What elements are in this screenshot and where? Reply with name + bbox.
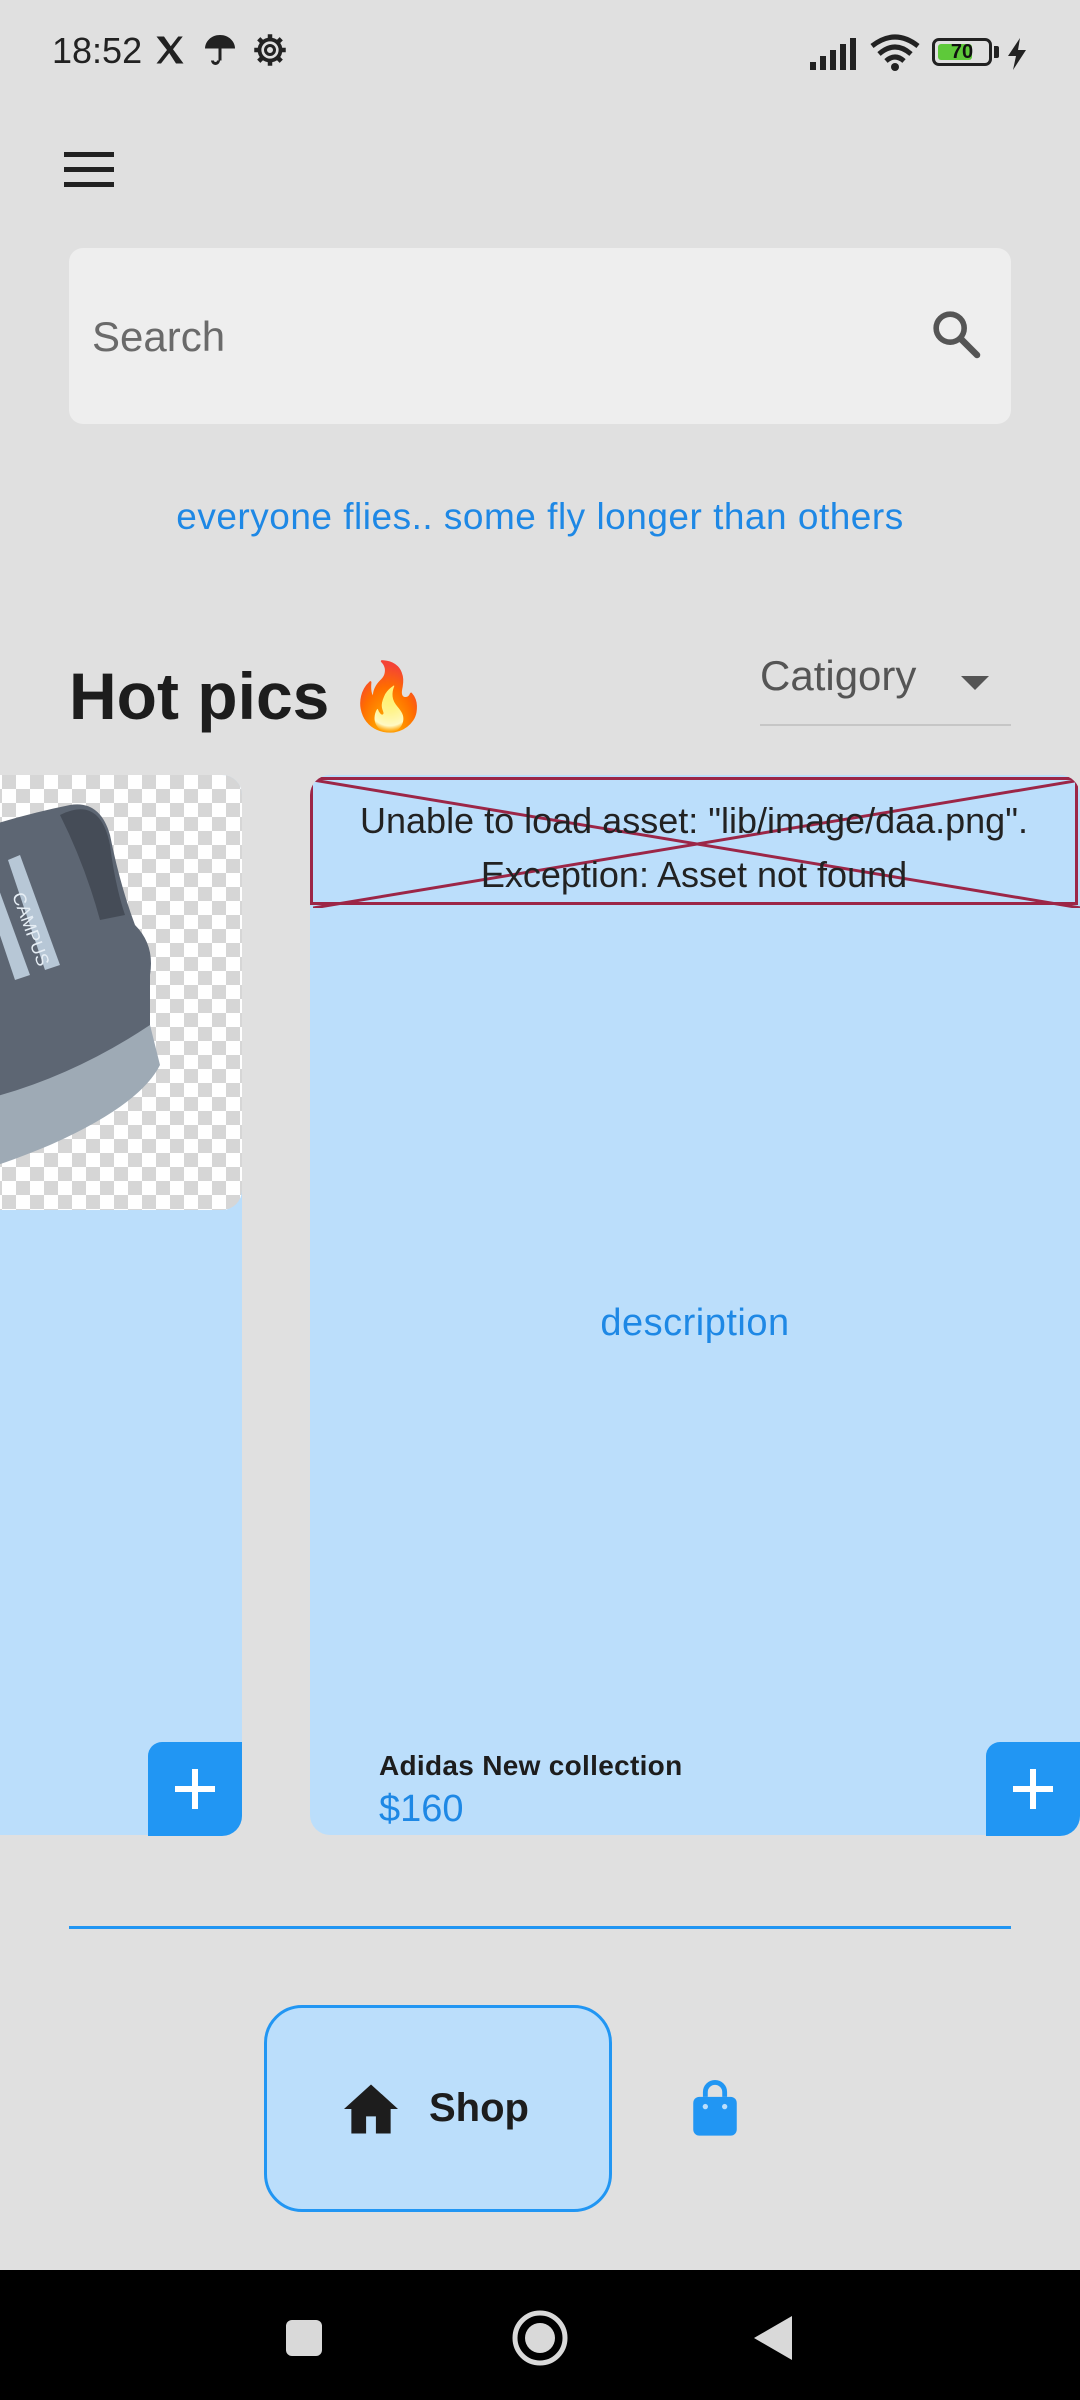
image-error-line-2: Exception: Asset not found — [480, 854, 908, 895]
add-to-cart-button[interactable] — [986, 1742, 1080, 1836]
image-error-line-1: Unable to load asset: "lib/image/daa.png… — [360, 800, 1028, 841]
product-description: description — [600, 1302, 790, 1344]
product-price: $160 — [379, 1788, 464, 1830]
product-name: Adidas New collection — [379, 1750, 683, 1781]
settings-gear-icon — [254, 34, 286, 66]
recents-square-icon[interactable] — [284, 2318, 324, 2358]
home-circle-icon[interactable] — [510, 2308, 570, 2368]
signal-icon — [810, 38, 856, 70]
add-to-cart-button[interactable] — [148, 1742, 242, 1836]
wifi-icon — [870, 34, 920, 71]
section-title: Hot pics 🔥 — [69, 659, 430, 733]
category-underline — [760, 724, 1011, 726]
home-icon — [344, 2084, 398, 2134]
product-card[interactable]: CAMPUS — [0, 775, 242, 1835]
battery-icon: 70 — [932, 38, 992, 66]
category-dropdown[interactable]: Catigory — [760, 652, 916, 700]
x-logo-icon — [156, 36, 184, 64]
hamburger-menu-icon[interactable] — [64, 150, 116, 190]
search-placeholder[interactable]: Search — [92, 313, 225, 361]
nav-item-shop[interactable]: Shop — [264, 2005, 612, 2212]
system-navigation-bar — [0, 2270, 1080, 2400]
charging-bolt-icon — [1008, 38, 1026, 70]
shopping-bag-icon[interactable] — [690, 2080, 740, 2138]
battery-level: 70 — [950, 41, 974, 63]
umbrella-icon — [205, 35, 235, 65]
caret-down-icon[interactable] — [961, 676, 989, 690]
section-divider — [69, 1926, 1011, 1929]
battery-tip — [994, 46, 999, 58]
tagline: everyone flies.. some fly longer than ot… — [176, 496, 904, 537]
back-triangle-icon[interactable] — [752, 2314, 794, 2362]
image-error-text: Unable to load asset: "lib/image/daa.png… — [313, 794, 1075, 902]
status-time: 18:52 — [52, 30, 143, 71]
image-error-placeholder: Unable to load asset: "lib/image/daa.png… — [310, 777, 1080, 908]
search-icon[interactable] — [928, 306, 984, 362]
sneaker-photo: CAMPUS — [0, 775, 242, 1210]
nav-item-label: Shop — [429, 2086, 529, 2130]
